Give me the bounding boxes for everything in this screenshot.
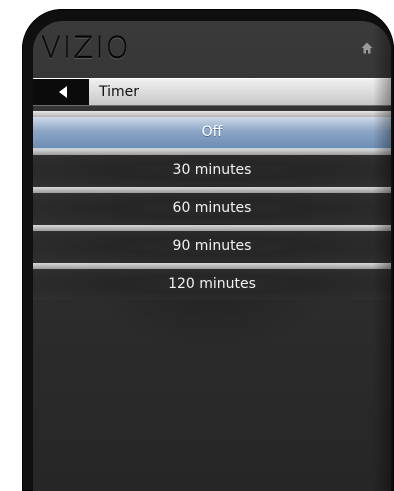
menu-item-label: Off: [201, 124, 223, 140]
menu-item-120-minutes[interactable]: 120 minutes: [33, 263, 391, 301]
menu-title: Timer: [99, 84, 140, 100]
menu-item-label: 30 minutes: [172, 162, 252, 178]
menu-item-label: 60 minutes: [172, 200, 252, 216]
timer-options-list: Off 30 minutes 60 minutes 90 minutes 120…: [33, 111, 391, 301]
home-icon[interactable]: [361, 42, 373, 54]
menu-item-off[interactable]: Off: [33, 111, 391, 150]
menu-title-bar: Timer: [33, 78, 391, 106]
vizio-logo: VIZIO: [41, 31, 131, 65]
menu-item-label: 90 minutes: [172, 238, 252, 254]
back-arrow-icon: [59, 86, 67, 98]
menu-item-30-minutes[interactable]: 30 minutes: [33, 149, 391, 187]
menu-item-60-minutes[interactable]: 60 minutes: [33, 187, 391, 225]
tv-menu-screen: VIZIO Timer Off 30 minutes 60 minutes 90: [33, 21, 391, 491]
menu-item-label: 120 minutes: [168, 276, 256, 292]
menu-item-90-minutes[interactable]: 90 minutes: [33, 225, 391, 263]
back-button[interactable]: [33, 79, 89, 105]
